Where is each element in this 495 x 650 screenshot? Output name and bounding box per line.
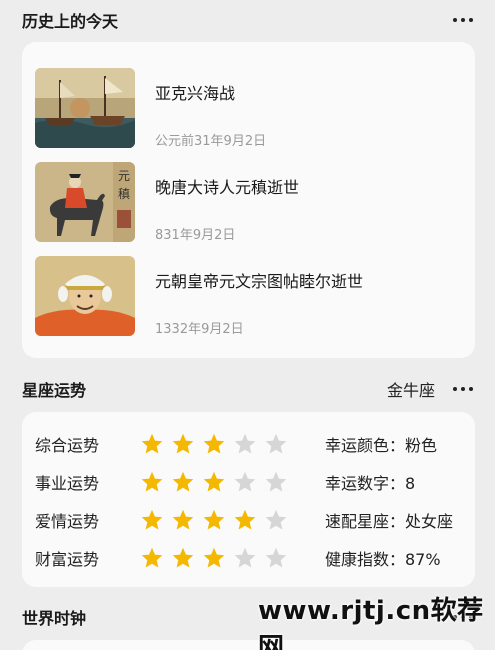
star-empty-icon <box>265 547 287 568</box>
star-rating <box>140 546 325 570</box>
naval-battle-painting <box>35 68 135 148</box>
star-filled-icon <box>234 509 256 530</box>
star-empty-icon <box>234 547 256 568</box>
star-empty-icon <box>265 433 287 454</box>
horoscope-header: 星座运势 金牛座 <box>22 377 475 401</box>
star-rating <box>140 470 325 494</box>
star-empty-icon <box>265 471 287 492</box>
event-date: 公元前31年9月2日 <box>155 134 267 149</box>
fortune-label: 事业运势 <box>35 474 100 493</box>
fortune-info: 健康指数：87% <box>325 550 441 569</box>
svg-text:稹: 稹 <box>118 187 130 201</box>
star-filled-icon <box>203 509 225 530</box>
event-title: 元朝皇帝元文宗图帖睦尔逝世 <box>155 272 364 291</box>
event-title: 亚克兴海战 <box>155 84 236 103</box>
star-filled-icon <box>141 547 163 568</box>
star-rating <box>140 508 325 532</box>
event-title: 晚唐大诗人元稹逝世 <box>155 178 300 197</box>
zodiac-sign-selector[interactable]: 金牛座 <box>387 377 435 401</box>
star-empty-icon <box>234 471 256 492</box>
fortune-row: 综合运势 幸运颜色：粉色 <box>35 432 467 456</box>
event-date: 831年9月2日 <box>155 228 236 243</box>
emperor-portrait <box>35 256 135 336</box>
more-icon[interactable] <box>451 14 475 26</box>
fortune-info: 速配星座：处女座 <box>325 512 454 531</box>
horoscope-title: 星座运势 <box>22 381 87 400</box>
more-icon[interactable] <box>451 383 475 395</box>
history-event[interactable]: 元 稹 晚唐大诗人元稹逝世 831年9月2日 <box>35 162 462 244</box>
star-filled-icon <box>172 509 194 530</box>
star-filled-icon <box>141 471 163 492</box>
watermark: www.rjtj.cn软荐网 <box>258 596 484 650</box>
fortune-row: 财富运势 健康指数：87% <box>35 546 467 570</box>
history-event[interactable]: 亚克兴海战 公元前31年9月2日 <box>35 68 462 150</box>
star-filled-icon <box>203 471 225 492</box>
star-filled-icon <box>172 433 194 454</box>
history-header: 历史上的今天 <box>22 8 475 32</box>
history-card: 亚克兴海战 公元前31年9月2日 元 稹 晚唐大诗人元稹逝世 831年9月2日 <box>22 42 475 358</box>
star-filled-icon <box>203 547 225 568</box>
star-filled-icon <box>172 471 194 492</box>
star-rating <box>140 432 325 456</box>
fortune-row: 爱情运势 速配星座：处女座 <box>35 508 467 532</box>
star-filled-icon <box>141 509 163 530</box>
star-empty-icon <box>265 509 287 530</box>
fortune-label: 综合运势 <box>35 436 100 455</box>
poet-horse-painting: 元 稹 <box>35 162 135 242</box>
world-clock-title: 世界时钟 <box>22 609 87 628</box>
fortune-label: 爱情运势 <box>35 512 100 531</box>
star-filled-icon <box>203 433 225 454</box>
fortune-label: 财富运势 <box>35 550 100 569</box>
star-empty-icon <box>234 433 256 454</box>
history-event[interactable]: 元朝皇帝元文宗图帖睦尔逝世 1332年9月2日 <box>35 256 462 338</box>
fortune-info: 幸运颜色：粉色 <box>325 436 438 455</box>
star-filled-icon <box>172 547 194 568</box>
history-title: 历史上的今天 <box>22 12 119 31</box>
fortune-row: 事业运势 幸运数字：8 <box>35 470 467 494</box>
fortune-info: 幸运数字：8 <box>325 474 416 493</box>
star-filled-icon <box>141 433 163 454</box>
event-date: 1332年9月2日 <box>155 322 244 337</box>
fortune-card: 综合运势 幸运颜色：粉色 事业运势 幸运数字：8 爱情运势 速配星座：处女座 财… <box>22 412 475 587</box>
svg-text:元: 元 <box>118 169 130 183</box>
